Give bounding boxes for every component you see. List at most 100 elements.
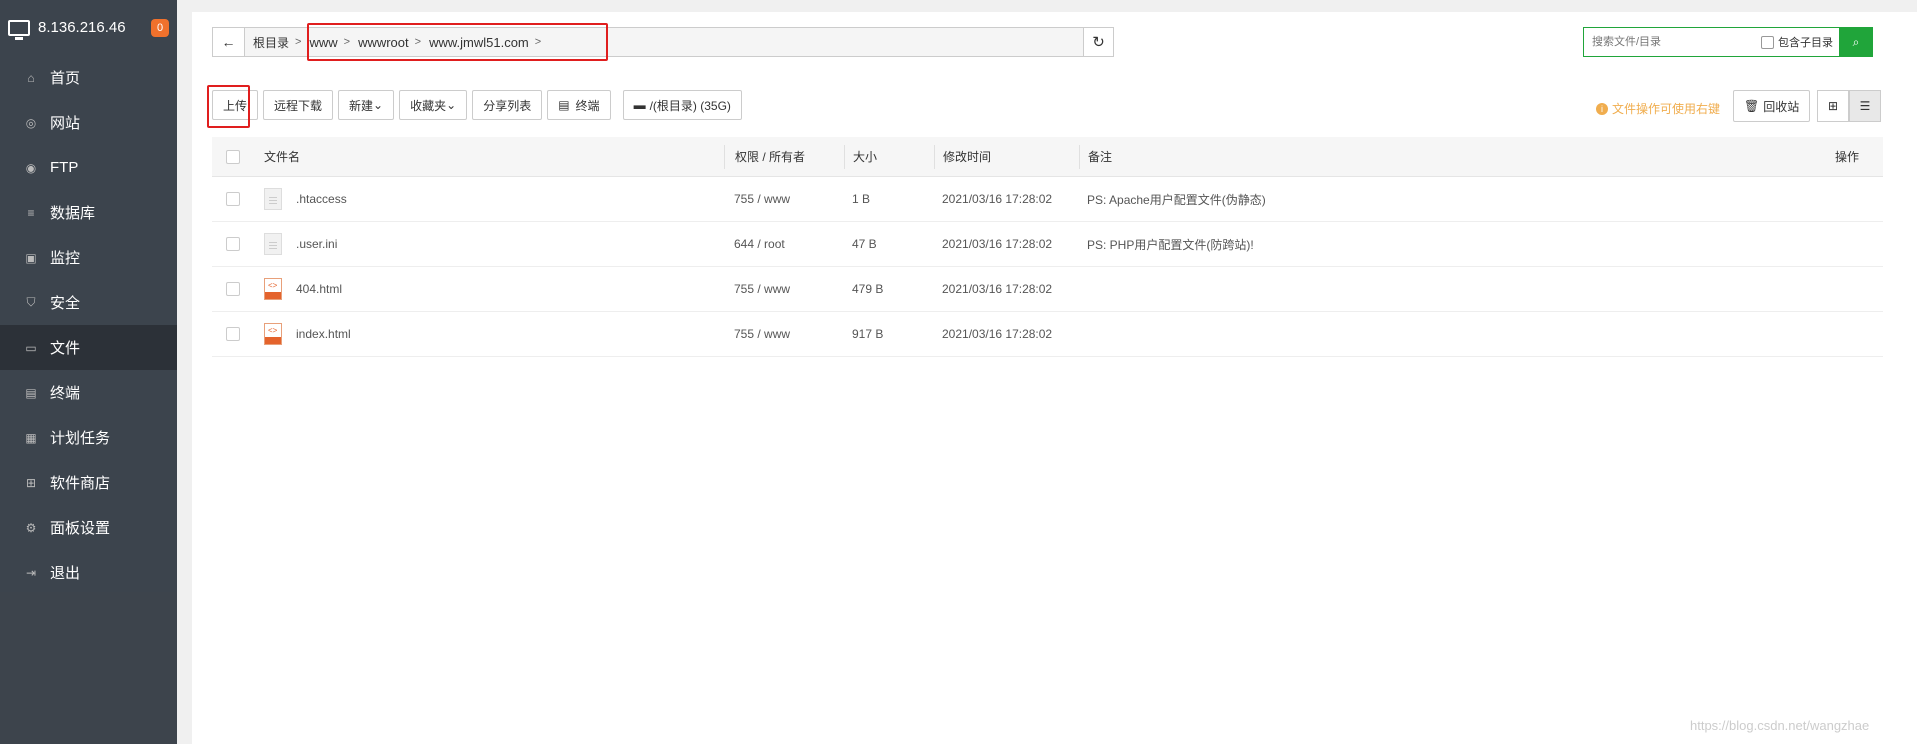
highlight-box	[307, 23, 608, 61]
sidebar-item-cron[interactable]: ▦ 计划任务	[0, 415, 177, 460]
file-name[interactable]: .htaccess	[296, 192, 347, 206]
globe-icon: ◎	[25, 115, 37, 130]
html-file-icon: <>	[264, 278, 282, 300]
row-checkbox[interactable]	[226, 282, 240, 296]
table-row[interactable]: .htaccess 755 / www 1 B 2021/03/16 17:28…	[212, 177, 1883, 222]
file-perm[interactable]: 755 / www	[724, 327, 844, 341]
refresh-icon: ↻	[1092, 34, 1105, 51]
table-row[interactable]: <> index.html 755 / www 917 B 2021/03/16 …	[212, 312, 1883, 357]
refresh-button[interactable]: ↻	[1083, 28, 1113, 56]
shield-icon: ⛉	[26, 295, 36, 309]
context-tip: i 文件操作可使用右键	[1596, 100, 1720, 117]
search-box: 包含子目录 ⌕	[1583, 27, 1873, 57]
sidebar-item-database[interactable]: ≡ 数据库	[0, 190, 177, 235]
header-size[interactable]: 大小	[844, 144, 934, 169]
row-checkbox[interactable]	[226, 237, 240, 251]
file-perm[interactable]: 644 / root	[724, 237, 844, 251]
file-name[interactable]: 404.html	[296, 282, 342, 296]
server-ip: 8.136.216.46	[38, 19, 126, 36]
ftp-icon: ◉	[25, 160, 37, 175]
sidebar-item-monitor[interactable]: ▣ 监控	[0, 235, 177, 280]
html-file-icon: <>	[264, 323, 282, 345]
file-perm[interactable]: 755 / www	[724, 282, 844, 296]
chevron-down-icon: ⌄	[373, 98, 384, 112]
sidebar-item-store[interactable]: ⊞ 软件商店	[0, 460, 177, 505]
sidebar-item-settings[interactable]: ⚙ 面板设置	[0, 505, 177, 550]
select-all-checkbox[interactable]	[226, 149, 240, 164]
sidebar-item-home[interactable]: ⌂ 首页	[0, 55, 177, 100]
text-file-icon	[264, 233, 282, 255]
sidebar-item-security[interactable]: ⛉ 安全	[0, 280, 177, 325]
file-time: 2021/03/16 17:28:02	[942, 237, 1053, 251]
disk-icon: ▬	[633, 98, 646, 112]
table-row[interactable]: .user.ini 644 / root 47 B 2021/03/16 17:…	[212, 222, 1883, 267]
folder-icon: ▭	[25, 340, 37, 355]
header-note: 备注	[1079, 144, 1823, 169]
list-icon: ☰	[1859, 99, 1871, 113]
sidebar-item-terminal[interactable]: ▤ 终端	[0, 370, 177, 415]
highlight-box	[207, 85, 250, 128]
file-name[interactable]: index.html	[296, 327, 351, 341]
header-time[interactable]: 修改时间	[934, 144, 1079, 169]
file-perm[interactable]: 755 / www	[724, 192, 844, 206]
server-icon	[8, 19, 30, 40]
row-checkbox[interactable]	[226, 327, 240, 341]
settings-icon: ⚙	[25, 520, 37, 535]
file-note: PS: Apache用户配置文件(伪静态)	[1087, 192, 1266, 207]
share-list-button[interactable]: 分享列表	[472, 90, 543, 120]
info-icon: i	[1596, 102, 1608, 115]
sidebar: 8.136.216.46 0 ⌂ 首页 ◎ 网站 ◉ FTP ≡ 数据库 ▣ 监控 ⛉ 安全…	[0, 0, 177, 744]
text-file-icon	[264, 188, 282, 210]
file-name[interactable]: .user.ini	[296, 237, 337, 251]
checkbox-icon	[1761, 35, 1774, 49]
grid-view-button[interactable]: ⊞	[1817, 90, 1849, 122]
chevron-down-icon: ⌄	[446, 98, 457, 112]
file-size: 479 B	[852, 282, 884, 296]
database-icon: ≡	[27, 205, 35, 220]
file-table: 文件名 权限 / 所有者 大小 修改时间 备注 操作 .htaccess 755…	[212, 137, 1883, 357]
file-size: 47 B	[852, 237, 877, 251]
header-op: 操作	[1834, 150, 1859, 164]
main-panel: ← 根目录> www> wwwroot> www.jmwl51.com> ↻ 包…	[192, 12, 1917, 744]
toolbar: 上传 远程下载 新建 ⌄ 收藏夹 ⌄ 分享列表 ▤ 终端 ▬/(根目录) (35G)	[212, 90, 747, 120]
subdir-checkbox[interactable]: 包含子目录	[1761, 34, 1839, 50]
breadcrumb-root[interactable]: 根目录	[245, 34, 295, 51]
sidebar-nav: ⌂ 首页 ◎ 网站 ◉ FTP ≡ 数据库 ▣ 监控 ⛉ 安全 ▭ 文件 ▤ 终端 ▦ 计划任务 …	[0, 55, 177, 595]
row-checkbox[interactable]	[226, 192, 240, 206]
sidebar-item-logout[interactable]: ⇥ 退出	[0, 550, 177, 595]
disk-button[interactable]: ▬/(根目录) (35G)	[622, 90, 742, 120]
header-name[interactable]: 文件名	[264, 148, 724, 165]
file-note: PS: PHP用户配置文件(防跨站)!	[1087, 237, 1254, 252]
search-icon: ⌕	[1852, 34, 1860, 49]
table-header: 文件名 权限 / 所有者 大小 修改时间 备注 操作	[212, 137, 1883, 177]
file-time: 2021/03/16 17:28:02	[942, 192, 1053, 206]
file-size: 1 B	[852, 192, 871, 206]
search-input[interactable]	[1584, 28, 1761, 56]
back-button[interactable]: ←	[213, 28, 245, 56]
apps-icon: ⊞	[25, 475, 37, 490]
recycle-bin-button[interactable]: 🗑 回收站	[1733, 90, 1811, 122]
sidebar-item-files[interactable]: ▭ 文件	[0, 325, 177, 370]
logout-icon: ⇥	[25, 565, 37, 580]
search-button[interactable]: ⌕	[1839, 27, 1873, 57]
calendar-icon: ▦	[25, 430, 37, 445]
grid-icon: ⊞	[1827, 99, 1839, 113]
favorites-button[interactable]: 收藏夹 ⌄	[399, 90, 468, 120]
file-time: 2021/03/16 17:28:02	[942, 282, 1053, 296]
list-view-button[interactable]: ☰	[1849, 90, 1881, 122]
terminal-button[interactable]: ▤ 终端	[547, 90, 611, 120]
sidebar-empty	[0, 592, 177, 744]
new-button[interactable]: 新建 ⌄	[338, 90, 395, 120]
sidebar-item-website[interactable]: ◎ 网站	[0, 100, 177, 145]
file-time: 2021/03/16 17:28:02	[942, 327, 1053, 341]
sidebar-item-ftp[interactable]: ◉ FTP	[0, 145, 177, 190]
arrow-left-icon: ←	[221, 34, 236, 50]
table-row[interactable]: <> 404.html 755 / www 479 B 2021/03/16 17…	[212, 267, 1883, 312]
file-size: 917 B	[852, 327, 884, 341]
remote-download-button[interactable]: 远程下载	[263, 90, 334, 120]
watermark: https://blog.csdn.net/wangzhae	[1690, 718, 1870, 733]
monitor-icon: ▣	[25, 250, 37, 265]
notification-badge[interactable]: 0	[151, 18, 169, 37]
header-perm[interactable]: 权限 / 所有者	[724, 144, 844, 169]
terminal-icon: ▤	[25, 385, 37, 400]
